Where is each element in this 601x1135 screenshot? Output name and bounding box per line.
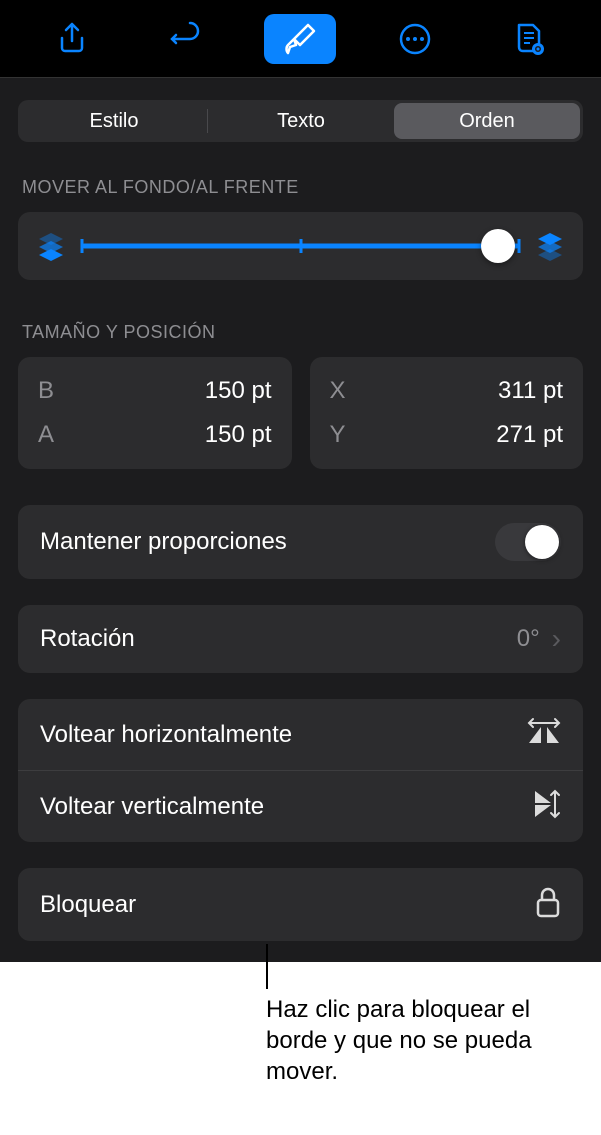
top-toolbar [0,0,601,78]
more-icon [397,21,433,57]
width-value: 150 pt [205,377,272,405]
size-position-grid: B 150 pt A 150 pt X 311 pt Y 271 pt [18,357,583,469]
slider-thumb[interactable] [481,229,515,263]
constrain-label: Mantener proporciones [40,528,287,556]
chevron-right-icon: › [552,623,561,655]
lock-icon [535,886,561,923]
position-card[interactable]: X 311 pt Y 271 pt [310,357,584,469]
layer-slider[interactable] [82,228,519,264]
x-value: 311 pt [498,377,563,405]
send-to-back-icon[interactable] [36,231,66,261]
constrain-switch[interactable] [495,523,561,561]
y-row[interactable]: Y 271 pt [330,413,564,457]
flip-card: Voltear horizontalmente Voltear vertical… [18,699,583,842]
move-section-label: MOVER AL FONDO/AL FRENTE [18,177,583,198]
size-card[interactable]: B 150 pt A 150 pt [18,357,292,469]
rotation-card: Rotación 0° › [18,605,583,673]
flip-horizontal-row[interactable]: Voltear horizontalmente [18,699,583,770]
constrain-card: Mantener proporciones [18,505,583,579]
height-row[interactable]: A 150 pt [38,413,272,457]
rotation-row[interactable]: Rotación 0° › [18,605,583,673]
height-value: 150 pt [205,421,272,449]
x-key: X [330,377,346,405]
height-key: A [38,421,54,449]
flip-horizontal-icon [527,717,561,752]
width-key: B [38,377,54,405]
bring-to-front-icon[interactable] [535,231,565,261]
device-frame: Estilo Texto Orden MOVER AL FONDO/AL FRE… [0,0,601,962]
flip-v-label: Voltear verticalmente [40,793,264,821]
share-icon [54,21,90,57]
share-button[interactable] [36,14,108,64]
format-tabs: Estilo Texto Orden [18,100,583,142]
document-button[interactable] [493,14,565,64]
flip-vertical-icon [527,789,561,824]
lock-label: Bloquear [40,891,136,919]
format-panel: Estilo Texto Orden MOVER AL FONDO/AL FRE… [0,78,601,962]
size-pos-label: TAMAÑO Y POSICIÓN [18,322,583,343]
lock-row[interactable]: Bloquear [18,868,583,941]
more-button[interactable] [379,14,451,64]
tab-arrange[interactable]: Orden [394,103,580,139]
undo-button[interactable] [150,14,222,64]
undo-icon [168,21,204,57]
annotation-leader [266,944,268,989]
rotation-value: 0° [517,625,540,653]
document-icon [511,21,547,57]
format-brush-icon [282,21,318,57]
format-button[interactable] [264,14,336,64]
constrain-row[interactable]: Mantener proporciones [18,505,583,579]
annotation-text: Haz clic para bloquear el borde y que no… [266,994,576,1088]
lock-card: Bloquear [18,868,583,941]
layer-slider-card [18,212,583,280]
tab-style[interactable]: Estilo [21,103,207,139]
tab-text[interactable]: Texto [208,103,394,139]
x-row[interactable]: X 311 pt [330,369,564,413]
y-key: Y [330,421,346,449]
rotation-label: Rotación [40,625,135,653]
width-row[interactable]: B 150 pt [38,369,272,413]
flip-h-label: Voltear horizontalmente [40,721,292,749]
flip-vertical-row[interactable]: Voltear verticalmente [18,770,583,842]
y-value: 271 pt [496,421,563,449]
